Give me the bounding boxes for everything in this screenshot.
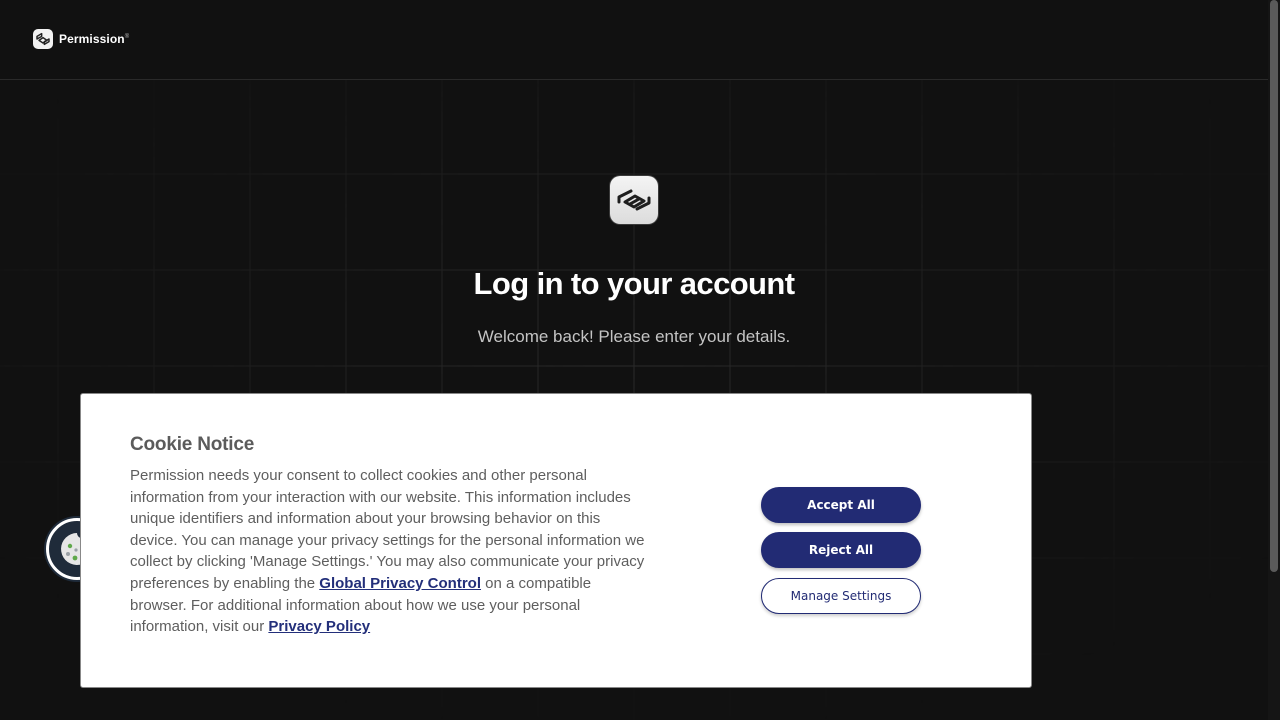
- top-bar: Permission®: [0, 0, 1268, 80]
- page-title: Log in to your account: [473, 266, 796, 301]
- accept-all-button[interactable]: Accept All: [761, 487, 921, 523]
- cookie-notice-title: Cookie Notice: [130, 434, 255, 455]
- privacy-policy-link[interactable]: Privacy Policy: [268, 618, 370, 635]
- page-scrollbar[interactable]: [1268, 0, 1280, 720]
- manage-settings-button[interactable]: Manage Settings: [761, 578, 921, 614]
- reject-all-button[interactable]: Reject All: [761, 532, 921, 568]
- page: Permission® Log in to your account Welco…: [0, 0, 1268, 720]
- permission-logo-icon: [33, 29, 53, 49]
- brand-name: Permission®: [59, 32, 130, 46]
- brand-logo-link[interactable]: Permission®: [33, 29, 129, 49]
- cookie-notice-text: Permission needs your consent to collect…: [130, 467, 645, 636]
- scrollbar-thumb[interactable]: [1270, 0, 1278, 572]
- permission-logo-icon: [610, 176, 658, 224]
- global-privacy-control-link[interactable]: Global Privacy Control: [319, 575, 481, 592]
- cookie-notice-dialog: Cookie Notice Permission needs your cons…: [80, 393, 1032, 688]
- page-subtitle: Welcome back! Please enter your details.: [477, 327, 791, 346]
